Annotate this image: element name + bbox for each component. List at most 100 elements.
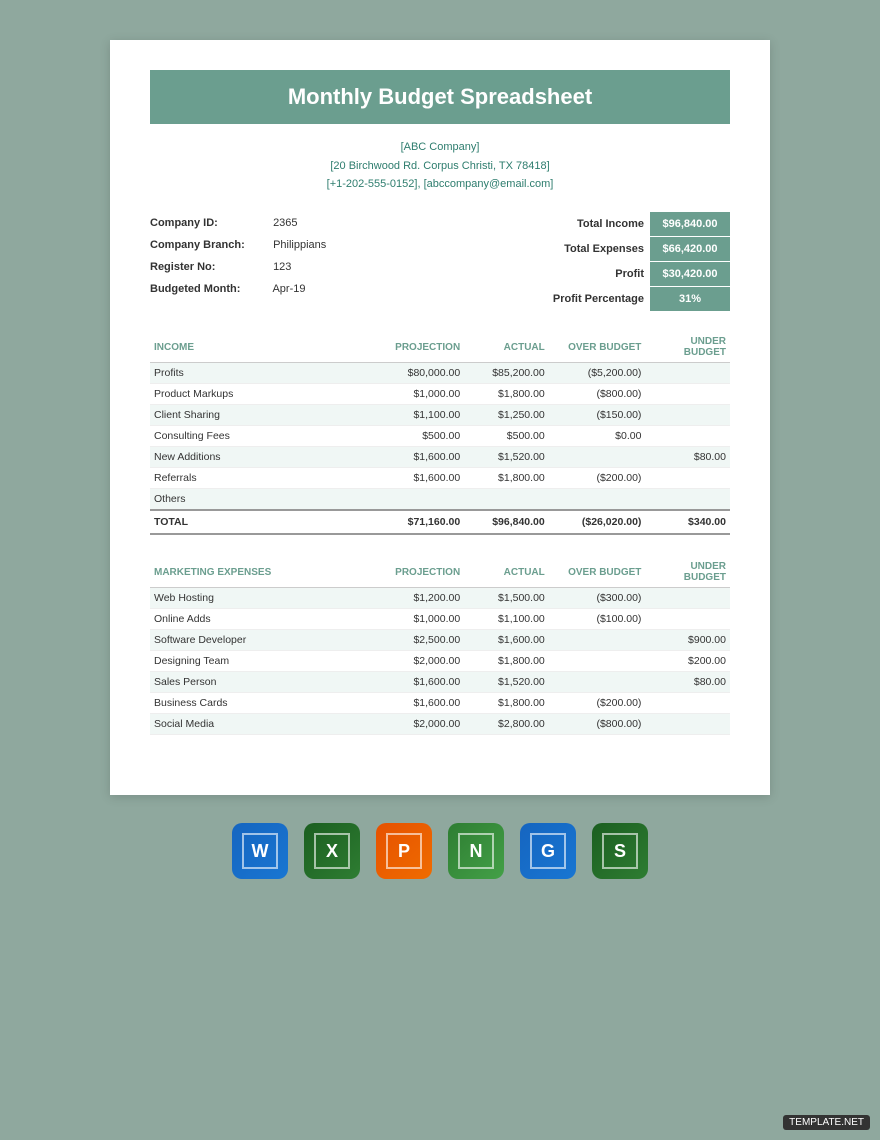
mkt-actual: $1,800.00 [464,693,549,714]
app-icons-row: W X P N G S [232,823,648,879]
mkt-over [549,651,646,672]
register-no-row: Register No: 123 [150,256,326,278]
income-under [645,468,730,489]
income-total-row: TOTAL $71,160.00 $96,840.00 ($26,020.00)… [150,510,730,534]
income-projection [380,489,465,511]
total-label: TOTAL [150,510,380,534]
income-actual [464,489,549,511]
spreadsheet-page: Monthly Budget Spreadsheet [ABC Company]… [110,40,770,795]
spreadsheet-title: Monthly Budget Spreadsheet [150,70,730,124]
income-row: Client Sharing $1,100.00 $1,250.00 ($150… [150,405,730,426]
income-row: Consulting Fees $500.00 $500.00 $0.00 [150,426,730,447]
marketing-row: Software Developer $2,500.00 $1,600.00 $… [150,630,730,651]
income-over: $0.00 [549,426,646,447]
mkt-over: ($100.00) [549,609,646,630]
mkt-name: Online Adds [150,609,380,630]
company-address: [20 Birchwood Rd. Corpus Christi, TX 784… [150,157,730,176]
income-actual: $500.00 [464,426,549,447]
marketing-actual-header: ACTUAL [464,555,549,588]
income-over: ($200.00) [549,468,646,489]
summary-values: Total Income $96,840.00 Total Expenses $… [553,212,730,312]
gdocs-icon[interactable]: G [520,823,576,879]
income-under [645,489,730,511]
total-actual: $96,840.00 [464,510,549,534]
mkt-name: Designing Team [150,651,380,672]
marketing-row: Online Adds $1,000.00 $1,100.00 ($100.00… [150,609,730,630]
mkt-under [645,609,730,630]
income-projection: $500.00 [380,426,465,447]
marketing-proj-header: PROJECTION [380,555,465,588]
company-branch-row: Company Branch: Philippians [150,234,326,256]
income-projection: $80,000.00 [380,363,465,384]
income-actual: $85,200.00 [464,363,549,384]
company-name: [ABC Company] [150,138,730,157]
numbers-icon[interactable]: N [448,823,504,879]
mkt-name: Software Developer [150,630,380,651]
income-name: Others [150,489,380,511]
over-budget-col-header: OVER BUDGET [549,330,646,363]
budgeted-month-row: Budgeted Month: Apr-19 [150,278,326,300]
marketing-over-header: OVER BUDGET [549,555,646,588]
income-over [549,489,646,511]
mkt-actual: $1,800.00 [464,651,549,672]
marketing-row: Business Cards $1,600.00 $1,800.00 ($200… [150,693,730,714]
income-projection: $1,600.00 [380,447,465,468]
income-over: ($800.00) [549,384,646,405]
mkt-under: $200.00 [645,651,730,672]
pages-icon[interactable]: P [376,823,432,879]
mkt-projection: $2,500.00 [380,630,465,651]
income-under [645,405,730,426]
marketing-col-header: MARKETING EXPENSES [150,555,380,588]
income-col-header: INCOME [150,330,380,363]
watermark-label: TEMPLATE.NET [783,1115,870,1130]
income-actual: $1,800.00 [464,468,549,489]
income-table: INCOME PROJECTION ACTUAL OVER BUDGET UND… [150,330,730,535]
mkt-over [549,630,646,651]
excel-icon[interactable]: X [304,823,360,879]
income-name: Consulting Fees [150,426,380,447]
income-over: ($150.00) [549,405,646,426]
income-over: ($5,200.00) [549,363,646,384]
mkt-actual: $1,520.00 [464,672,549,693]
mkt-under [645,588,730,609]
income-under [645,384,730,405]
income-projection: $1,000.00 [380,384,465,405]
mkt-projection: $1,000.00 [380,609,465,630]
mkt-projection: $2,000.00 [380,714,465,735]
mkt-projection: $1,600.00 [380,672,465,693]
mkt-actual: $2,800.00 [464,714,549,735]
income-name: New Additions [150,447,380,468]
income-name: Referrals [150,468,380,489]
projection-col-header: PROJECTION [380,330,465,363]
income-over [549,447,646,468]
mkt-actual: $1,600.00 [464,630,549,651]
gsheets-icon[interactable]: S [592,823,648,879]
income-row: Referrals $1,600.00 $1,800.00 ($200.00) [150,468,730,489]
income-projection: $1,600.00 [380,468,465,489]
income-under [645,426,730,447]
income-projection: $1,100.00 [380,405,465,426]
mkt-over: ($800.00) [549,714,646,735]
income-row: Others [150,489,730,511]
marketing-row: Designing Team $2,000.00 $1,800.00 $200.… [150,651,730,672]
marketing-row: Social Media $2,000.00 $2,800.00 ($800.0… [150,714,730,735]
mkt-name: Web Hosting [150,588,380,609]
income-actual: $1,520.00 [464,447,549,468]
marketing-row: Web Hosting $1,200.00 $1,500.00 ($300.00… [150,588,730,609]
income-name: Client Sharing [150,405,380,426]
company-details: Company ID: 2365 Company Branch: Philipp… [150,212,326,312]
total-projection: $71,160.00 [380,510,465,534]
company-contact: [+1-202-555-0152], [abccompany@email.com… [150,175,730,194]
marketing-under-header: UNDER BUDGET [645,555,730,588]
total-income-row: Total Income $96,840.00 [553,212,730,236]
word-icon[interactable]: W [232,823,288,879]
income-actual: $1,250.00 [464,405,549,426]
mkt-name: Social Media [150,714,380,735]
mkt-projection: $1,600.00 [380,693,465,714]
mkt-under [645,714,730,735]
mkt-name: Business Cards [150,693,380,714]
income-name: Product Markups [150,384,380,405]
profit-pct-row: Profit Percentage 31% [553,287,730,311]
marketing-table: MARKETING EXPENSES PROJECTION ACTUAL OVE… [150,555,730,735]
marketing-row: Sales Person $1,600.00 $1,520.00 $80.00 [150,672,730,693]
